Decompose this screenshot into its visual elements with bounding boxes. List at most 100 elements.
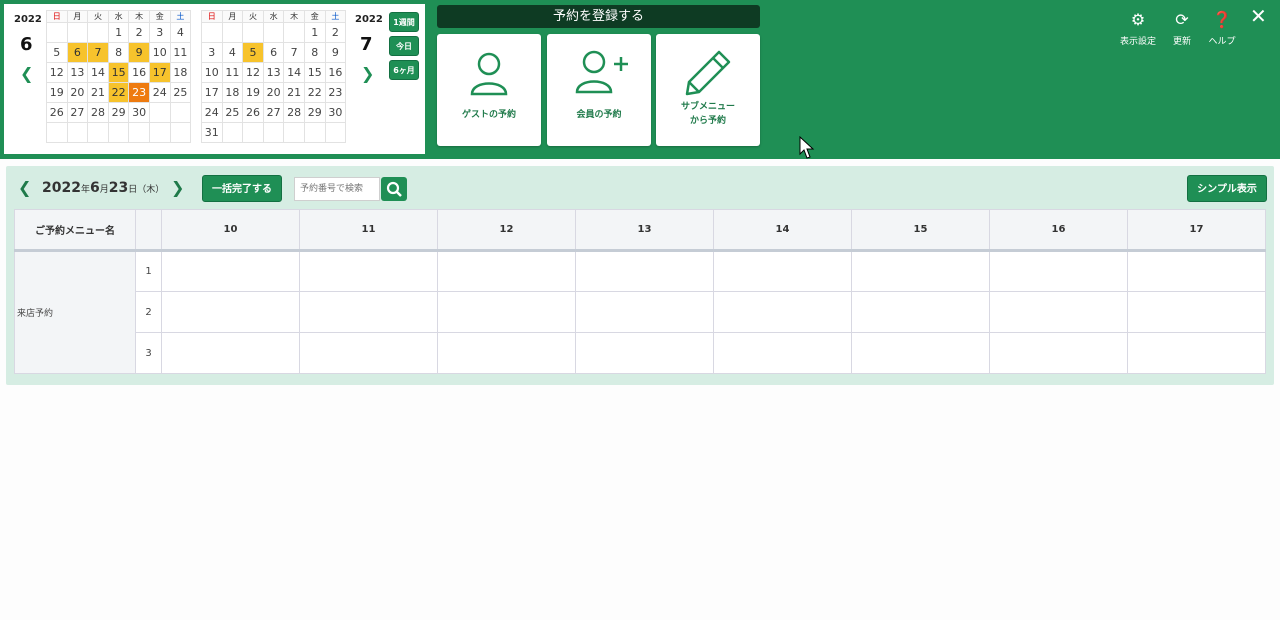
calendar-day[interactable]: 28	[283, 102, 305, 123]
time-slot-cell[interactable]	[989, 291, 1128, 333]
calendar-day[interactable]: 26	[242, 102, 264, 123]
time-slot-cell[interactable]	[713, 332, 852, 374]
calendar-day[interactable]: 26	[46, 102, 68, 123]
calendar-day[interactable]: 1	[303, 22, 326, 43]
calendar-day[interactable]: 15	[107, 62, 130, 83]
calendar-day[interactable]: 16	[128, 62, 150, 83]
help-button[interactable]: ❓ ヘルプ	[1197, 10, 1247, 47]
calendar-day[interactable]: 30	[128, 102, 150, 123]
calendar-day[interactable]: 6	[66, 42, 89, 63]
calendar-day[interactable]: 12	[242, 62, 264, 83]
calendar-day[interactable]: 9	[128, 42, 150, 63]
time-slot-cell[interactable]	[851, 332, 990, 374]
time-slot-cell[interactable]	[989, 250, 1128, 292]
calendar-day[interactable]: 4	[169, 22, 192, 43]
calendar-day[interactable]: 22	[107, 82, 130, 103]
guest-reservation-button[interactable]: ゲストの予約	[437, 34, 541, 146]
calendar-day[interactable]: 15	[303, 62, 326, 83]
time-slot-cell[interactable]	[575, 291, 714, 333]
calendar-day[interactable]: 24	[201, 102, 223, 123]
next-month-arrow-icon[interactable]: ❯	[361, 64, 374, 83]
calendar-day[interactable]: 23	[128, 82, 150, 103]
calendar-day[interactable]: 10	[148, 42, 171, 63]
display-settings-button[interactable]: ⚙ 表示設定	[1113, 10, 1163, 47]
time-slot-cell[interactable]	[299, 332, 438, 374]
search-button[interactable]	[381, 177, 407, 201]
range-today-button[interactable]: 今日	[389, 36, 419, 56]
time-slot-cell[interactable]	[989, 332, 1128, 374]
calendar-day[interactable]: 1	[107, 22, 130, 43]
next-day-arrow-icon[interactable]: ❯	[171, 178, 184, 197]
close-icon[interactable]: ✕	[1250, 4, 1267, 28]
calendar-day[interactable]: 25	[169, 82, 192, 103]
time-slot-cell[interactable]	[161, 250, 300, 292]
time-slot-cell[interactable]	[437, 250, 576, 292]
calendar-day[interactable]: 29	[303, 102, 326, 123]
calendar-day[interactable]: 25	[221, 102, 244, 123]
time-slot-cell[interactable]	[1127, 291, 1266, 333]
calendar-day[interactable]: 3	[201, 42, 223, 63]
calendar-day[interactable]: 16	[324, 62, 347, 83]
time-slot-cell[interactable]	[437, 332, 576, 374]
calendar-day[interactable]: 11	[221, 62, 244, 83]
calendar-day[interactable]: 8	[107, 42, 130, 63]
calendar-day[interactable]: 7	[87, 42, 109, 63]
time-slot-cell[interactable]	[161, 332, 300, 374]
calendar-day[interactable]: 23	[324, 82, 347, 103]
range-1week-button[interactable]: 1週間	[389, 12, 419, 32]
time-slot-cell[interactable]	[575, 250, 714, 292]
calendar-day[interactable]: 28	[87, 102, 109, 123]
calendar-day[interactable]: 13	[262, 62, 285, 83]
time-slot-cell[interactable]	[299, 291, 438, 333]
time-slot-cell[interactable]	[851, 291, 990, 333]
calendar-day[interactable]: 17	[148, 62, 171, 83]
time-slot-cell[interactable]	[161, 291, 300, 333]
calendar-day[interactable]: 18	[169, 62, 192, 83]
calendar-day[interactable]: 8	[303, 42, 326, 63]
calendar-day[interactable]: 3	[148, 22, 171, 43]
prev-month-arrow-icon[interactable]: ❮	[20, 64, 33, 83]
calendar-day[interactable]: 4	[221, 42, 244, 63]
time-slot-cell[interactable]	[437, 291, 576, 333]
calendar-day[interactable]: 13	[66, 62, 89, 83]
calendar-day[interactable]: 5	[46, 42, 68, 63]
calendar-day[interactable]: 2	[128, 22, 150, 43]
complete-all-button[interactable]: 一括完了する	[202, 175, 282, 202]
calendar-day[interactable]: 29	[107, 102, 130, 123]
time-slot-cell[interactable]	[851, 250, 990, 292]
calendar-day[interactable]: 10	[201, 62, 223, 83]
calendar-day[interactable]: 19	[46, 82, 68, 103]
calendar-day[interactable]: 14	[87, 62, 109, 83]
calendar-day[interactable]: 18	[221, 82, 244, 103]
calendar-day[interactable]: 5	[242, 42, 264, 63]
prev-day-arrow-icon[interactable]: ❮	[18, 178, 31, 197]
calendar-day[interactable]: 20	[262, 82, 285, 103]
time-slot-cell[interactable]	[1127, 250, 1266, 292]
reservation-search-input[interactable]	[294, 177, 380, 201]
calendar-day[interactable]: 22	[303, 82, 326, 103]
calendar-day[interactable]: 27	[262, 102, 285, 123]
calendar-day[interactable]: 19	[242, 82, 264, 103]
calendar-day[interactable]: 7	[283, 42, 305, 63]
calendar-day[interactable]: 11	[169, 42, 192, 63]
calendar-day[interactable]: 17	[201, 82, 223, 103]
calendar-day[interactable]: 2	[324, 22, 347, 43]
time-slot-cell[interactable]	[713, 250, 852, 292]
calendar-day[interactable]: 14	[283, 62, 305, 83]
calendar-day[interactable]: 20	[66, 82, 89, 103]
time-slot-cell[interactable]	[1127, 332, 1266, 374]
time-slot-cell[interactable]	[575, 332, 714, 374]
calendar-day[interactable]: 24	[148, 82, 171, 103]
time-slot-cell[interactable]	[713, 291, 852, 333]
range-6month-button[interactable]: 6ヶ月	[389, 60, 419, 80]
calendar-day[interactable]: 21	[283, 82, 305, 103]
calendar-day[interactable]: 31	[201, 122, 223, 143]
calendar-day[interactable]: 12	[46, 62, 68, 83]
submenu-reservation-button[interactable]: サブメニュー から予約	[656, 34, 760, 146]
calendar-day[interactable]: 27	[66, 102, 89, 123]
calendar-day[interactable]: 6	[262, 42, 285, 63]
calendar-day[interactable]: 21	[87, 82, 109, 103]
simple-view-button[interactable]: シンプル表示	[1187, 175, 1267, 202]
calendar-day[interactable]: 30	[324, 102, 347, 123]
calendar-day[interactable]: 9	[324, 42, 347, 63]
